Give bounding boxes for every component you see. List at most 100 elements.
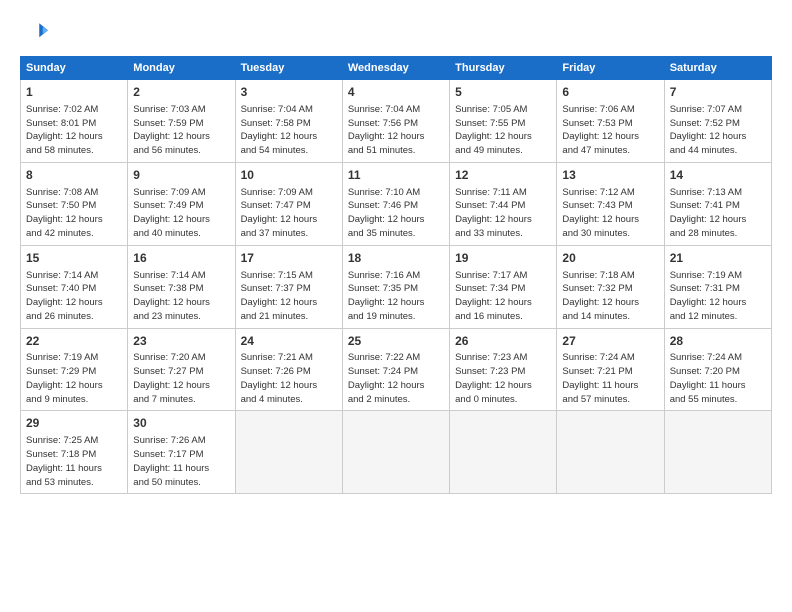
day-cell: 1 Sunrise: 7:02 AM Sunset: 8:01 PM Daylig…	[21, 80, 128, 163]
day-number: 27	[562, 333, 658, 350]
day-cell: 18 Sunrise: 7:16 AM Sunset: 7:35 PM Dayli…	[342, 245, 449, 328]
col-header-tuesday: Tuesday	[235, 57, 342, 80]
day-cell: 15 Sunrise: 7:14 AM Sunset: 7:40 PM Dayli…	[21, 245, 128, 328]
day-number: 15	[26, 250, 122, 267]
day-cell	[342, 411, 449, 494]
day-number: 5	[455, 84, 551, 101]
day-info: Sunrise: 7:05 AM Sunset: 7:55 PM Dayligh…	[455, 103, 551, 158]
day-number: 29	[26, 415, 122, 432]
day-cell	[450, 411, 557, 494]
day-cell: 26Sunrise: 7:23 AM Sunset: 7:23 PM Dayli…	[450, 328, 557, 411]
day-info: Sunrise: 7:11 AM Sunset: 7:44 PM Dayligh…	[455, 186, 551, 241]
day-number: 23	[133, 333, 229, 350]
day-info: Sunrise: 7:06 AM Sunset: 7:53 PM Dayligh…	[562, 103, 658, 158]
day-info: Sunrise: 7:04 AM Sunset: 7:58 PM Dayligh…	[241, 103, 337, 158]
header-area	[20, 18, 772, 46]
col-header-saturday: Saturday	[664, 57, 771, 80]
day-number: 18	[348, 250, 444, 267]
day-cell: 22Sunrise: 7:19 AM Sunset: 7:29 PM Dayli…	[21, 328, 128, 411]
day-number: 20	[562, 250, 658, 267]
col-header-thursday: Thursday	[450, 57, 557, 80]
day-cell: 16 Sunrise: 7:14 AM Sunset: 7:38 PM Dayli…	[128, 245, 235, 328]
day-number: 25	[348, 333, 444, 350]
day-info: Sunrise: 7:07 AM Sunset: 7:52 PM Dayligh…	[670, 103, 766, 158]
day-cell: 6Sunrise: 7:06 AM Sunset: 7:53 PM Daylig…	[557, 80, 664, 163]
day-info: Sunrise: 7:08 AM Sunset: 7:50 PM Dayligh…	[26, 186, 122, 241]
day-number: 24	[241, 333, 337, 350]
day-number: 9	[133, 167, 229, 184]
day-number: 19	[455, 250, 551, 267]
day-cell: 14 Sunrise: 7:13 AM Sunset: 7:41 PM Dayli…	[664, 162, 771, 245]
day-cell: 17 Sunrise: 7:15 AM Sunset: 7:37 PM Dayli…	[235, 245, 342, 328]
day-number: 30	[133, 415, 229, 432]
day-info: Sunrise: 7:19 AM Sunset: 7:31 PM Dayligh…	[670, 269, 766, 324]
logo-icon	[20, 18, 48, 46]
day-cell: 8 Sunrise: 7:08 AM Sunset: 7:50 PM Daylig…	[21, 162, 128, 245]
day-cell: 13 Sunrise: 7:12 AM Sunset: 7:43 PM Dayli…	[557, 162, 664, 245]
day-number: 26	[455, 333, 551, 350]
day-info: Sunrise: 7:13 AM Sunset: 7:41 PM Dayligh…	[670, 186, 766, 241]
day-info: Sunrise: 7:25 AM Sunset: 7:18 PM Dayligh…	[26, 434, 122, 489]
day-number: 22	[26, 333, 122, 350]
day-cell: 19Sunrise: 7:17 AM Sunset: 7:34 PM Dayli…	[450, 245, 557, 328]
day-number: 7	[670, 84, 766, 101]
day-info: Sunrise: 7:15 AM Sunset: 7:37 PM Dayligh…	[241, 269, 337, 324]
day-info: Sunrise: 7:24 AM Sunset: 7:20 PM Dayligh…	[670, 351, 766, 406]
col-header-friday: Friday	[557, 57, 664, 80]
day-number: 2	[133, 84, 229, 101]
day-cell: 30Sunrise: 7:26 AM Sunset: 7:17 PM Dayli…	[128, 411, 235, 494]
day-number: 17	[241, 250, 337, 267]
day-number: 10	[241, 167, 337, 184]
day-number: 28	[670, 333, 766, 350]
col-header-sunday: Sunday	[21, 57, 128, 80]
day-info: Sunrise: 7:02 AM Sunset: 8:01 PM Dayligh…	[26, 103, 122, 158]
day-cell: 11Sunrise: 7:10 AM Sunset: 7:46 PM Dayli…	[342, 162, 449, 245]
day-cell: 27Sunrise: 7:24 AM Sunset: 7:21 PM Dayli…	[557, 328, 664, 411]
day-info: Sunrise: 7:16 AM Sunset: 7:35 PM Dayligh…	[348, 269, 444, 324]
day-number: 8	[26, 167, 122, 184]
day-info: Sunrise: 7:21 AM Sunset: 7:26 PM Dayligh…	[241, 351, 337, 406]
day-cell: 12 Sunrise: 7:11 AM Sunset: 7:44 PM Dayli…	[450, 162, 557, 245]
day-info: Sunrise: 7:23 AM Sunset: 7:23 PM Dayligh…	[455, 351, 551, 406]
day-info: Sunrise: 7:12 AM Sunset: 7:43 PM Dayligh…	[562, 186, 658, 241]
week-row-3: 15 Sunrise: 7:14 AM Sunset: 7:40 PM Dayli…	[21, 245, 772, 328]
day-info: Sunrise: 7:19 AM Sunset: 7:29 PM Dayligh…	[26, 351, 122, 406]
day-info: Sunrise: 7:22 AM Sunset: 7:24 PM Dayligh…	[348, 351, 444, 406]
day-cell: 23Sunrise: 7:20 AM Sunset: 7:27 PM Dayli…	[128, 328, 235, 411]
day-cell: 9Sunrise: 7:09 AM Sunset: 7:49 PM Daylig…	[128, 162, 235, 245]
page: SundayMondayTuesdayWednesdayThursdayFrid…	[0, 0, 792, 612]
week-row-1: 1 Sunrise: 7:02 AM Sunset: 8:01 PM Daylig…	[21, 80, 772, 163]
day-cell: 25Sunrise: 7:22 AM Sunset: 7:24 PM Dayli…	[342, 328, 449, 411]
day-info: Sunrise: 7:14 AM Sunset: 7:40 PM Dayligh…	[26, 269, 122, 324]
day-number: 3	[241, 84, 337, 101]
day-number: 16	[133, 250, 229, 267]
day-number: 14	[670, 167, 766, 184]
day-info: Sunrise: 7:09 AM Sunset: 7:47 PM Dayligh…	[241, 186, 337, 241]
day-cell	[557, 411, 664, 494]
day-cell: 2 Sunrise: 7:03 AM Sunset: 7:59 PM Daylig…	[128, 80, 235, 163]
day-info: Sunrise: 7:24 AM Sunset: 7:21 PM Dayligh…	[562, 351, 658, 406]
day-info: Sunrise: 7:18 AM Sunset: 7:32 PM Dayligh…	[562, 269, 658, 324]
day-cell: 21 Sunrise: 7:19 AM Sunset: 7:31 PM Dayli…	[664, 245, 771, 328]
col-header-monday: Monday	[128, 57, 235, 80]
day-number: 12	[455, 167, 551, 184]
day-cell: 10 Sunrise: 7:09 AM Sunset: 7:47 PM Dayli…	[235, 162, 342, 245]
day-cell: 7 Sunrise: 7:07 AM Sunset: 7:52 PM Daylig…	[664, 80, 771, 163]
day-number: 1	[26, 84, 122, 101]
day-cell: 29 Sunrise: 7:25 AM Sunset: 7:18 PM Dayli…	[21, 411, 128, 494]
day-number: 11	[348, 167, 444, 184]
day-number: 21	[670, 250, 766, 267]
day-info: Sunrise: 7:03 AM Sunset: 7:59 PM Dayligh…	[133, 103, 229, 158]
logo	[20, 18, 54, 46]
day-number: 13	[562, 167, 658, 184]
day-info: Sunrise: 7:14 AM Sunset: 7:38 PM Dayligh…	[133, 269, 229, 324]
day-cell: 5 Sunrise: 7:05 AM Sunset: 7:55 PM Daylig…	[450, 80, 557, 163]
calendar-table: SundayMondayTuesdayWednesdayThursdayFrid…	[20, 56, 772, 494]
week-row-4: 22Sunrise: 7:19 AM Sunset: 7:29 PM Dayli…	[21, 328, 772, 411]
day-number: 4	[348, 84, 444, 101]
day-cell: 4 Sunrise: 7:04 AM Sunset: 7:56 PM Daylig…	[342, 80, 449, 163]
day-cell: 28Sunrise: 7:24 AM Sunset: 7:20 PM Dayli…	[664, 328, 771, 411]
day-cell: 24Sunrise: 7:21 AM Sunset: 7:26 PM Dayli…	[235, 328, 342, 411]
week-row-2: 8 Sunrise: 7:08 AM Sunset: 7:50 PM Daylig…	[21, 162, 772, 245]
day-info: Sunrise: 7:04 AM Sunset: 7:56 PM Dayligh…	[348, 103, 444, 158]
